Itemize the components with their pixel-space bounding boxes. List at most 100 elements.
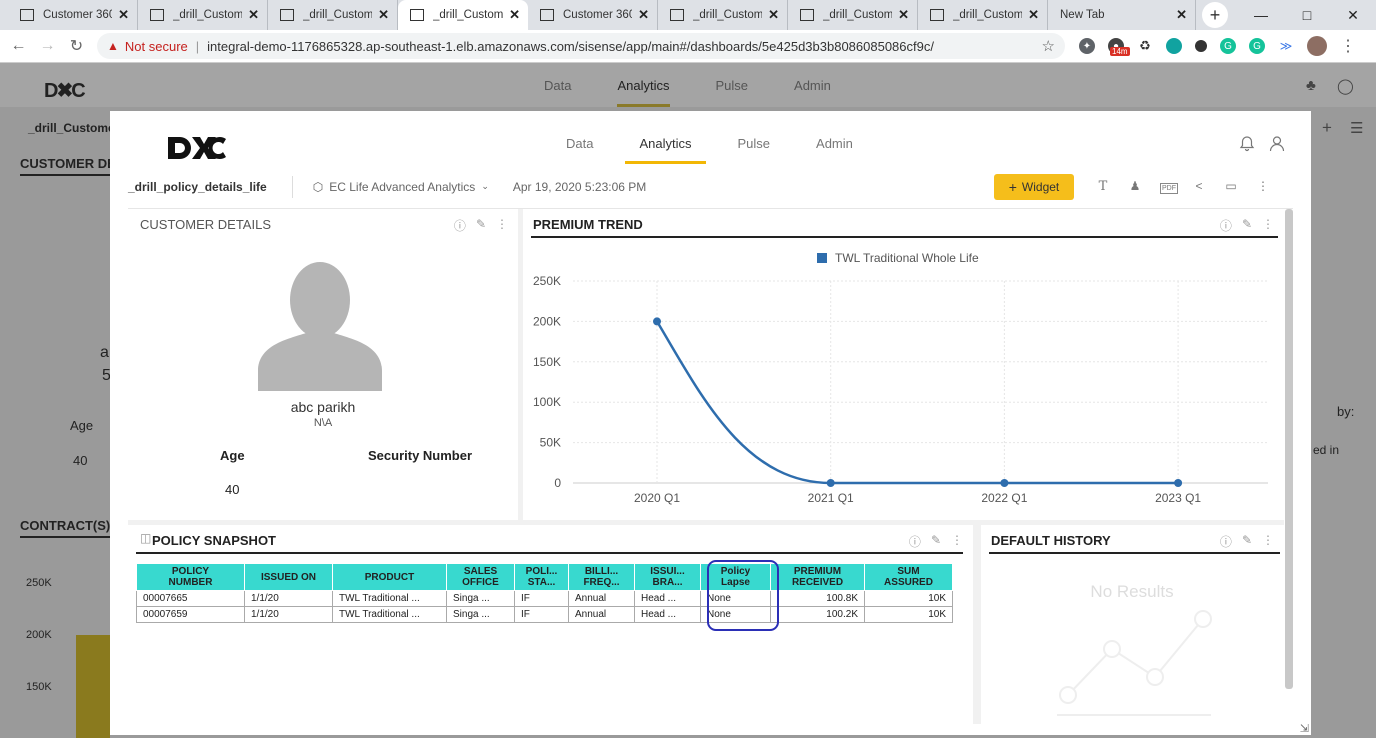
reload-icon[interactable]: ↻ [62, 36, 91, 56]
column-header-line1: SUM [897, 566, 920, 577]
folder-selector[interactable]: ⬡ EC Life Advanced Analytics ⌄ [313, 180, 489, 194]
info-icon[interactable]: ⓘ [454, 217, 466, 234]
browser-tab[interactable]: _drill_Customer ✕ [268, 0, 398, 30]
column-header[interactable]: SALES OFFICE [446, 563, 515, 591]
info-icon[interactable]: ⓘ [1220, 533, 1232, 550]
close-tab-icon[interactable]: ✕ [638, 7, 649, 23]
bg-nav-admin: Admin [794, 78, 831, 93]
table-row[interactable]: 00007659 1/1/20 TWL Traditional ... Singa .… [136, 606, 953, 623]
browser-tab[interactable]: _drill_Customer ✕ [918, 0, 1048, 30]
close-tab-icon[interactable]: ✕ [248, 7, 259, 23]
minimize-icon[interactable]: — [1238, 0, 1284, 30]
widget-button-label: Widget [1021, 180, 1060, 194]
profile-avatar-icon[interactable] [1307, 36, 1327, 56]
eyedropper-extension-icon[interactable]: ✦ [1079, 38, 1095, 54]
resize-handle-icon[interactable]: ⇲ [1300, 722, 1309, 735]
screen-icon[interactable]: ▭ [1224, 179, 1238, 194]
new-tab-button[interactable]: + [1202, 2, 1228, 28]
address-bar-row: ← → ↻ ▲ Not secure | integral-demo-11768… [0, 30, 1376, 63]
not-secure-label[interactable]: Not secure [125, 39, 188, 54]
grammarly-go-extension-icon[interactable]: G [1249, 38, 1265, 54]
share-icon[interactable]: < [1192, 179, 1206, 194]
x-tick-label: 2023 Q1 [1155, 491, 1201, 505]
y-tick-label: 0 [554, 476, 561, 490]
nav-data[interactable]: Data [566, 136, 593, 164]
timer-extension-icon[interactable]: ● 14m [1108, 38, 1130, 56]
more-vert-icon[interactable]: ⋮ [1256, 179, 1270, 194]
favicon-icon [670, 9, 684, 21]
grammarly-extension-icon[interactable]: G [1220, 38, 1236, 54]
more-vert-icon[interactable]: ⋮ [496, 217, 508, 234]
browser-tab[interactable]: _drill_Customer ✕ [658, 0, 788, 30]
table-cell: Annual [568, 606, 635, 623]
favicon-icon [280, 9, 294, 21]
edit-icon[interactable]: ✎ [1242, 533, 1252, 550]
widget-title: POLICY SNAPSHOT [152, 533, 277, 548]
back-icon[interactable]: ← [4, 37, 33, 55]
column-header[interactable]: POLI... STA... [514, 563, 569, 591]
close-tab-icon[interactable]: ✕ [118, 7, 129, 23]
edit-icon[interactable]: ✎ [931, 533, 941, 550]
close-tab-icon[interactable]: ✕ [898, 7, 909, 23]
column-header[interactable]: PREMIUM RECEIVED [770, 563, 865, 591]
column-header[interactable]: POLICY NUMBER [136, 563, 245, 591]
browser-tab[interactable]: _drill_Customer ✕ [398, 0, 528, 30]
column-header[interactable]: BILLI... FREQ... [568, 563, 635, 591]
bg-ytick-150k: 150K [26, 681, 52, 693]
circle-extension-icon[interactable] [1195, 40, 1207, 52]
browser-tab[interactable]: New Tab ✕ [1048, 0, 1196, 30]
column-header[interactable]: ISSUED ON [244, 563, 333, 591]
info-icon[interactable]: ⓘ [909, 533, 921, 550]
forward-icon[interactable]: → [33, 37, 62, 55]
nav-analytics[interactable]: Analytics [625, 136, 706, 164]
column-header-line1: BILLI... [584, 566, 619, 577]
nav-admin[interactable]: Admin [816, 136, 853, 164]
close-tab-icon[interactable]: ✕ [378, 7, 389, 23]
edit-icon[interactable]: ✎ [476, 217, 486, 234]
bg-user-icon: ◯ [1337, 78, 1354, 95]
bg-nav-pulse: Pulse [715, 78, 749, 93]
maximize-icon[interactable]: □ [1284, 0, 1330, 30]
close-tab-icon[interactable]: ✕ [509, 7, 520, 23]
bookmark-star-icon[interactable]: ☆ [1042, 37, 1055, 55]
tab-title: Customer 360 | [43, 9, 113, 21]
column-header[interactable]: SUM ASSURED [864, 563, 953, 591]
nav-pulse[interactable]: Pulse [738, 136, 771, 164]
more-vert-icon[interactable]: ⋮ [951, 533, 963, 550]
close-tab-icon[interactable]: ✕ [1176, 7, 1187, 23]
column-header[interactable]: PRODUCT [332, 563, 447, 591]
chevron-extension-icon[interactable]: ≫ [1278, 38, 1294, 54]
column-header[interactable]: ISSUI... BRA... [634, 563, 701, 591]
teal-extension-icon[interactable] [1166, 38, 1182, 54]
canvas-scrollbar[interactable] [1285, 209, 1293, 689]
browser-menu-icon[interactable]: ⋮ [1340, 36, 1356, 56]
browser-tab-strip: Customer 360 |✕_drill_Customer✕_drill_Cu… [0, 0, 1376, 30]
close-tab-icon[interactable]: ✕ [1028, 7, 1039, 23]
more-vert-icon[interactable]: ⋮ [1262, 533, 1274, 550]
y-tick-label: 50K [540, 436, 561, 450]
data-point [653, 317, 661, 326]
text-icon[interactable]: T [1096, 179, 1110, 194]
bell-icon[interactable] [1239, 135, 1255, 152]
filter-person-icon[interactable]: ♟ [1128, 179, 1142, 194]
bg-add-icon: + [1322, 118, 1332, 137]
policy-snapshot-widget: ◫ POLICY SNAPSHOT ⓘ ✎ ⋮ POLICY NUMBER ISSU… [128, 525, 973, 724]
table-cell: 1/1/20 [244, 606, 333, 623]
dashboard-name[interactable]: _drill_policy_details_life [128, 180, 267, 194]
bg-contracts-heading: CONTRACT(S) [20, 518, 111, 533]
close-window-icon[interactable]: ✕ [1330, 0, 1376, 30]
customer-name: abc parikh [290, 399, 356, 415]
browser-tab[interactable]: Customer 360 | ✕ [8, 0, 138, 30]
recycle-extension-icon[interactable]: ♻ [1137, 38, 1153, 54]
chevron-down-icon: ⌄ [481, 181, 489, 191]
table-row[interactable]: 00007665 1/1/20 TWL Traditional ... Singa .… [136, 590, 953, 607]
column-header-line2: FREQ... [583, 577, 620, 588]
browser-tab[interactable]: _drill_Customer ✕ [788, 0, 918, 30]
close-tab-icon[interactable]: ✕ [768, 7, 779, 23]
browser-tab[interactable]: Customer 360 | ✕ [528, 0, 658, 30]
add-widget-button[interactable]: + Widget [994, 174, 1074, 200]
pdf-icon[interactable]: PDF [1160, 179, 1178, 194]
url-input[interactable]: ▲ Not secure | integral-demo-1176865328.… [97, 33, 1065, 59]
user-icon[interactable] [1269, 135, 1285, 152]
browser-tab[interactable]: _drill_Customer ✕ [138, 0, 268, 30]
